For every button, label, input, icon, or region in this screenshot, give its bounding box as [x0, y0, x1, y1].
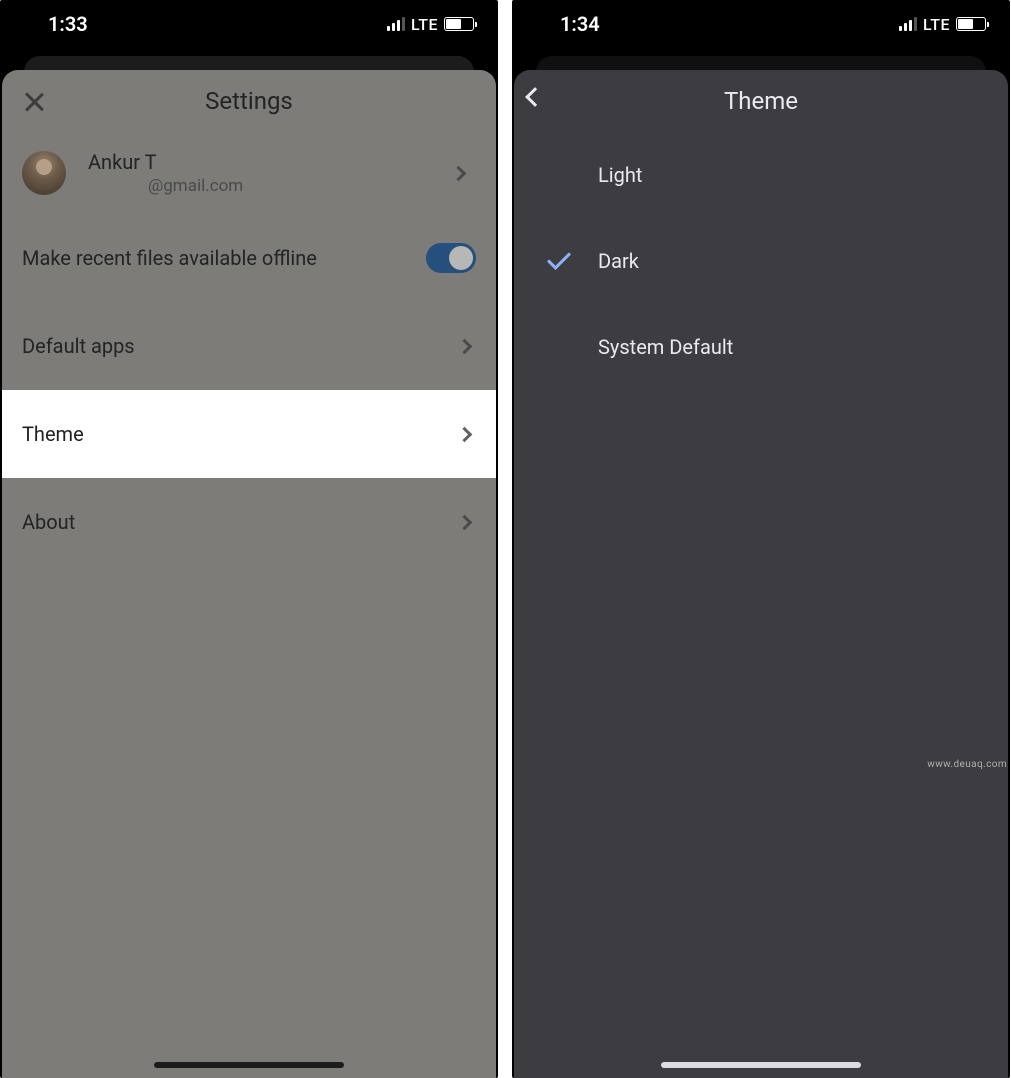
- row-default-apps[interactable]: Default apps: [2, 302, 496, 390]
- status-time: 1:33: [48, 12, 88, 36]
- status-right: LTE: [387, 15, 474, 34]
- status-right: LTE: [899, 15, 986, 34]
- page-title: Theme: [724, 87, 798, 115]
- status-bar: 1:33 LTE: [0, 0, 498, 48]
- close-icon[interactable]: [20, 88, 48, 116]
- theme-sheet: Theme Light Dark System Default: [514, 70, 1008, 1078]
- option-dark[interactable]: Dark: [514, 218, 1008, 304]
- watermark: www.deuaq.com: [927, 759, 1007, 770]
- account-email: @gmail.com: [148, 176, 243, 196]
- page-title: Settings: [205, 87, 293, 115]
- row-about-label: About: [22, 510, 75, 534]
- signal-icon: [387, 17, 405, 31]
- signal-icon: [899, 17, 917, 31]
- avatar: [22, 151, 66, 195]
- network-label: LTE: [923, 15, 950, 34]
- sheet-header: Theme: [514, 70, 1008, 132]
- battery-icon: [444, 17, 474, 31]
- toggle-offline[interactable]: [426, 243, 476, 273]
- account-name: Ankur T: [88, 150, 243, 174]
- account-row[interactable]: Ankur T @gmail.com: [2, 132, 496, 214]
- chevron-right-icon: [457, 426, 473, 442]
- row-default-apps-label: Default apps: [22, 334, 135, 358]
- chevron-right-icon: [457, 338, 473, 354]
- row-about[interactable]: About: [2, 478, 496, 566]
- status-time: 1:34: [560, 12, 600, 36]
- phone-right-theme: 1:34 LTE Theme Light Dark System Default: [512, 0, 1010, 1078]
- check-icon: [547, 246, 571, 270]
- chevron-right-icon: [451, 165, 467, 181]
- battery-icon: [956, 17, 986, 31]
- option-light-label: Light: [598, 163, 642, 187]
- option-dark-label: Dark: [598, 249, 639, 273]
- row-offline-label: Make recent files available offline: [22, 246, 317, 270]
- settings-sheet: Settings Ankur T @gmail.com Make recent …: [2, 70, 496, 1078]
- status-bar: 1:34 LTE: [512, 0, 1010, 48]
- phone-left-settings: 1:33 LTE Settings Ankur T @gmail.com: [0, 0, 498, 1078]
- home-indicator[interactable]: [661, 1062, 861, 1068]
- option-system-default-label: System Default: [598, 335, 733, 359]
- home-indicator[interactable]: [154, 1062, 344, 1068]
- row-theme[interactable]: Theme: [2, 390, 496, 478]
- option-light[interactable]: Light: [514, 132, 1008, 218]
- back-icon[interactable]: [525, 87, 545, 107]
- row-offline[interactable]: Make recent files available offline: [2, 214, 496, 302]
- network-label: LTE: [411, 15, 438, 34]
- chevron-right-icon: [457, 514, 473, 530]
- account-text: Ankur T @gmail.com: [88, 150, 243, 196]
- option-system-default[interactable]: System Default: [514, 304, 1008, 390]
- sheet-header: Settings: [2, 70, 496, 132]
- row-theme-label: Theme: [22, 422, 84, 446]
